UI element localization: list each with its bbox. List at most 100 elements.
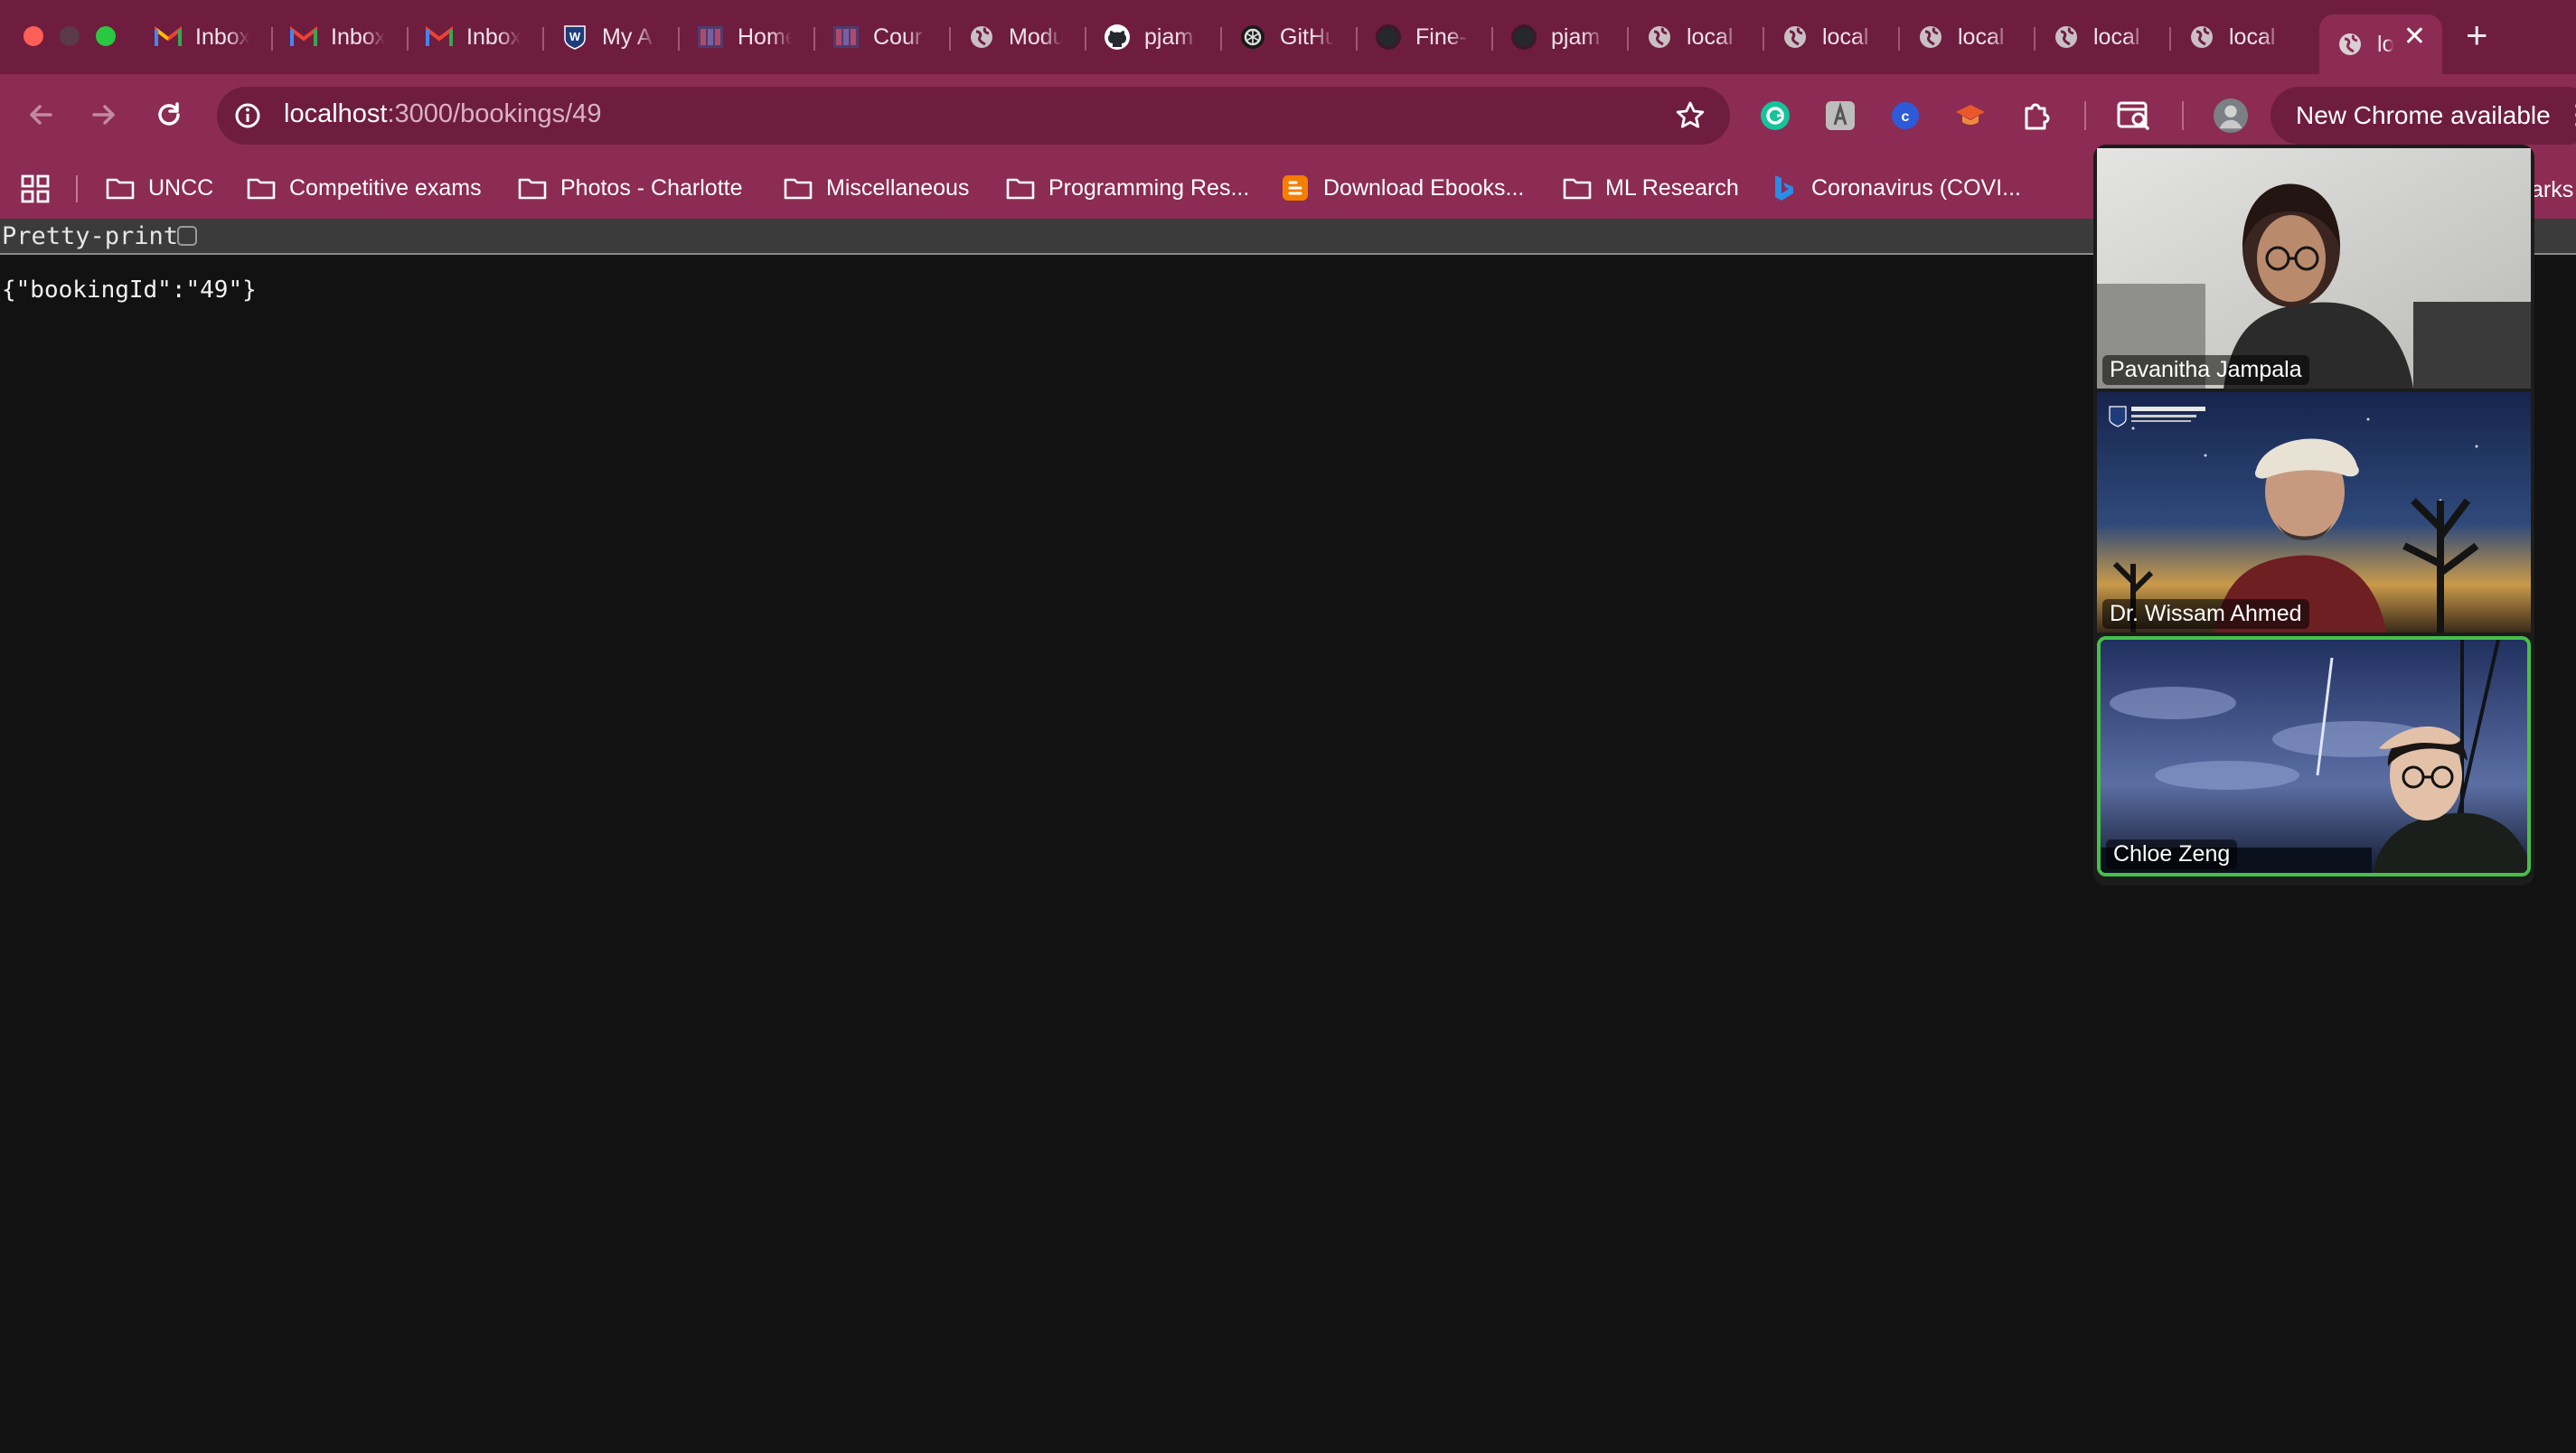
coupon-extension-icon[interactable]: c: [1887, 98, 1923, 134]
bookmark-folder[interactable]: Miscellaneous: [783, 170, 969, 206]
tab[interactable]: local: [1629, 14, 1764, 60]
svg-text:c: c: [1902, 109, 1910, 125]
tab-label: Inbox: [195, 23, 249, 50]
tab-label: Cour: [873, 23, 923, 50]
site-info-icon[interactable]: [231, 99, 264, 132]
bookmark-link[interactable]: Download Ebooks...: [1280, 170, 1524, 206]
tab-label: pjam: [1551, 23, 1601, 50]
gmail-icon: [154, 23, 183, 52]
globe-icon: [2052, 23, 2081, 52]
address-bar[interactable]: localhost:3000/bookings/49: [217, 87, 1730, 145]
update-label: New Chrome available: [2296, 101, 2551, 129]
tab[interactable]: Inbox: [409, 14, 544, 60]
bookmark-star-icon[interactable]: [1674, 99, 1706, 132]
globe-icon: [2187, 23, 2216, 52]
tab-strip: Inbox Inbox Inbox W My A Home Cour Modu …: [0, 0, 2576, 74]
back-button[interactable]: [20, 96, 61, 137]
url-text[interactable]: localhost:3000/bookings/49: [284, 99, 602, 129]
tab[interactable]: Cour: [815, 14, 951, 60]
tab-label: local: [2093, 23, 2140, 50]
tab[interactable]: Inbox: [137, 14, 273, 60]
bookmark-label: Download Ebooks...: [1323, 174, 1525, 201]
bookmark-folder[interactable]: Photos - Charlotte: [517, 170, 743, 206]
pretty-print-checkbox[interactable]: [177, 226, 197, 246]
folder-icon: [1562, 173, 1593, 203]
tab[interactable]: local: [1900, 14, 2035, 60]
globe-icon: [1916, 23, 1945, 52]
bookmark-label: UNCC: [148, 174, 214, 201]
window-minimize-button[interactable]: [60, 26, 80, 46]
bookmark-folder[interactable]: UNCC: [105, 170, 213, 206]
participant-tile[interactable]: Dr. Wissam Ahmed: [2097, 392, 2531, 633]
tab[interactable]: Modu: [951, 14, 1086, 60]
tab-label: pjam: [1144, 23, 1194, 50]
menu-dots-icon[interactable]: ⋮: [2563, 87, 2576, 145]
tab-label: Inbox: [466, 23, 521, 50]
tab-label: local: [1958, 23, 2005, 50]
apps-grid-icon[interactable]: [20, 173, 51, 204]
bookmarks-overflow[interactable]: arks: [2531, 177, 2573, 203]
tab-label: local: [1822, 23, 1869, 50]
tab[interactable]: local: [1764, 14, 1900, 60]
bookmark-folder[interactable]: Programming Res...: [1005, 170, 1249, 206]
tab[interactable]: local: [2035, 14, 2171, 60]
participant-tile-speaking[interactable]: Chloe Zeng: [2097, 636, 2531, 876]
pretty-print-label: Pretty-print: [2, 222, 179, 250]
tab-active[interactable]: lo ✕: [2319, 14, 2442, 74]
tab[interactable]: Fine-: [1358, 14, 1493, 60]
tab[interactable]: Inbox: [273, 14, 409, 60]
tab-label: My A: [602, 23, 653, 50]
globe-icon: [967, 23, 996, 52]
reload-button[interactable]: [148, 96, 190, 137]
folder-icon: [517, 173, 548, 203]
tab-label: lo: [2377, 31, 2393, 57]
bookmarks-divider: [76, 175, 78, 202]
participant-tile[interactable]: Pavanitha Jampala: [2097, 148, 2531, 389]
window-maximize-button[interactable]: [96, 26, 116, 46]
tab[interactable]: GitHu: [1222, 14, 1358, 60]
tab-label: local: [2229, 23, 2276, 50]
tab[interactable]: local: [2171, 14, 2307, 60]
tab[interactable]: Home: [680, 14, 815, 60]
canvas-icon: [696, 23, 725, 52]
cursive-extension-icon[interactable]: [1822, 98, 1858, 134]
bookmark-folder[interactable]: ML Research: [1562, 170, 1739, 206]
bookmark-label: Competitive exams: [289, 174, 482, 201]
tab-label: Home: [738, 23, 792, 50]
forward-button[interactable]: [83, 96, 125, 137]
github-icon: [1374, 23, 1403, 52]
bookmark-label: Miscellaneous: [826, 174, 970, 201]
tab[interactable]: pjam: [1086, 14, 1222, 60]
new-tab-button[interactable]: +: [2466, 13, 2488, 58]
tab[interactable]: W My A: [544, 14, 680, 60]
url-path: :3000/bookings/49: [387, 99, 602, 128]
blogger-icon: [1280, 173, 1311, 203]
participant-name: Chloe Zeng: [2106, 839, 2238, 869]
window-close-button[interactable]: [24, 26, 43, 46]
github-icon: [1509, 23, 1538, 52]
chrome-update-button[interactable]: New Chrome available ⋮: [2270, 87, 2576, 145]
tab-label: Modu: [1009, 23, 1063, 50]
globe-icon: [1645, 23, 1674, 52]
participant-video: [2097, 392, 2531, 633]
bookmark-link[interactable]: Coronavirus (COVI...: [1768, 170, 2021, 206]
folder-icon: [783, 173, 813, 203]
close-tab-icon[interactable]: ✕: [2403, 23, 2426, 51]
graduation-cap-icon[interactable]: [1952, 98, 1988, 134]
bookmark-folder[interactable]: Competitive exams: [246, 170, 482, 206]
gmail-icon: [425, 23, 454, 52]
participant-video: [2097, 148, 2531, 389]
tab-label: local: [1687, 23, 1734, 50]
video-call-panel[interactable]: Pavanitha Jampala Dr. Wissam Ahmed Chloe…: [2093, 145, 2534, 886]
tab[interactable]: pjam: [1493, 14, 1629, 60]
bookmark-label: ML Research: [1605, 174, 1739, 201]
profile-avatar-icon[interactable]: [2213, 98, 2249, 134]
folder-icon: [1005, 173, 1036, 203]
url-host: localhost: [284, 99, 388, 128]
tab-search-icon[interactable]: [2117, 98, 2153, 134]
arrow-left-icon: [25, 99, 56, 135]
openai-icon: [1238, 23, 1267, 52]
grammarly-extension-icon[interactable]: [1757, 98, 1793, 134]
globe-icon: [1781, 23, 1810, 52]
extensions-puzzle-icon[interactable]: [2017, 98, 2054, 134]
